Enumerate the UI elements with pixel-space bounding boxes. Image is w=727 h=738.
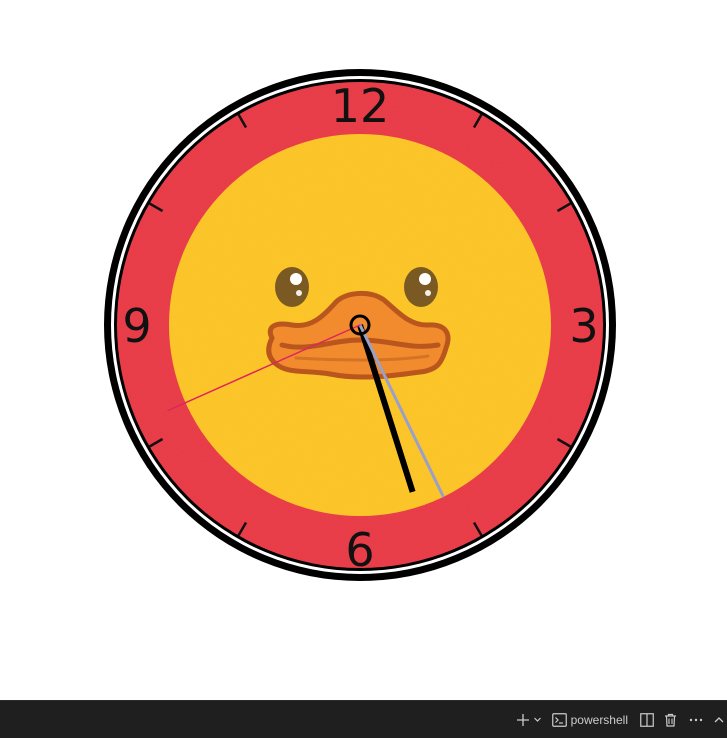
- more-actions-button[interactable]: [689, 708, 703, 732]
- kill-terminal-button[interactable]: [664, 708, 677, 732]
- new-terminal-button[interactable]: [516, 708, 530, 732]
- plus-icon: [516, 713, 529, 726]
- numeral-12: 12: [331, 79, 390, 133]
- terminal-icon: [551, 712, 567, 727]
- terminal-profile-dropdown[interactable]: [533, 708, 542, 732]
- numeral-9: 9: [122, 299, 151, 353]
- terminal-tab-powershell[interactable]: powershell: [551, 708, 628, 732]
- duck-left-eye: [275, 267, 309, 307]
- clock-stage: 12 3 6 9: [0, 0, 727, 700]
- more-icon: [689, 718, 703, 721]
- clock-face: 12 3 6 9: [104, 69, 616, 581]
- numeral-6: 6: [345, 523, 374, 577]
- split-terminal-button[interactable]: [640, 708, 654, 732]
- split-pane-icon: [640, 712, 654, 727]
- maximize-panel-button[interactable]: [713, 708, 725, 732]
- trash-icon: [665, 713, 676, 727]
- terminal-tab-label: powershell: [570, 712, 628, 727]
- terminal-panel-toolbar: powershell: [0, 700, 727, 738]
- numeral-3: 3: [569, 299, 598, 353]
- chevron-down-icon: [533, 717, 541, 722]
- chevron-up-icon: [714, 716, 724, 722]
- duck-right-eye: [404, 267, 438, 307]
